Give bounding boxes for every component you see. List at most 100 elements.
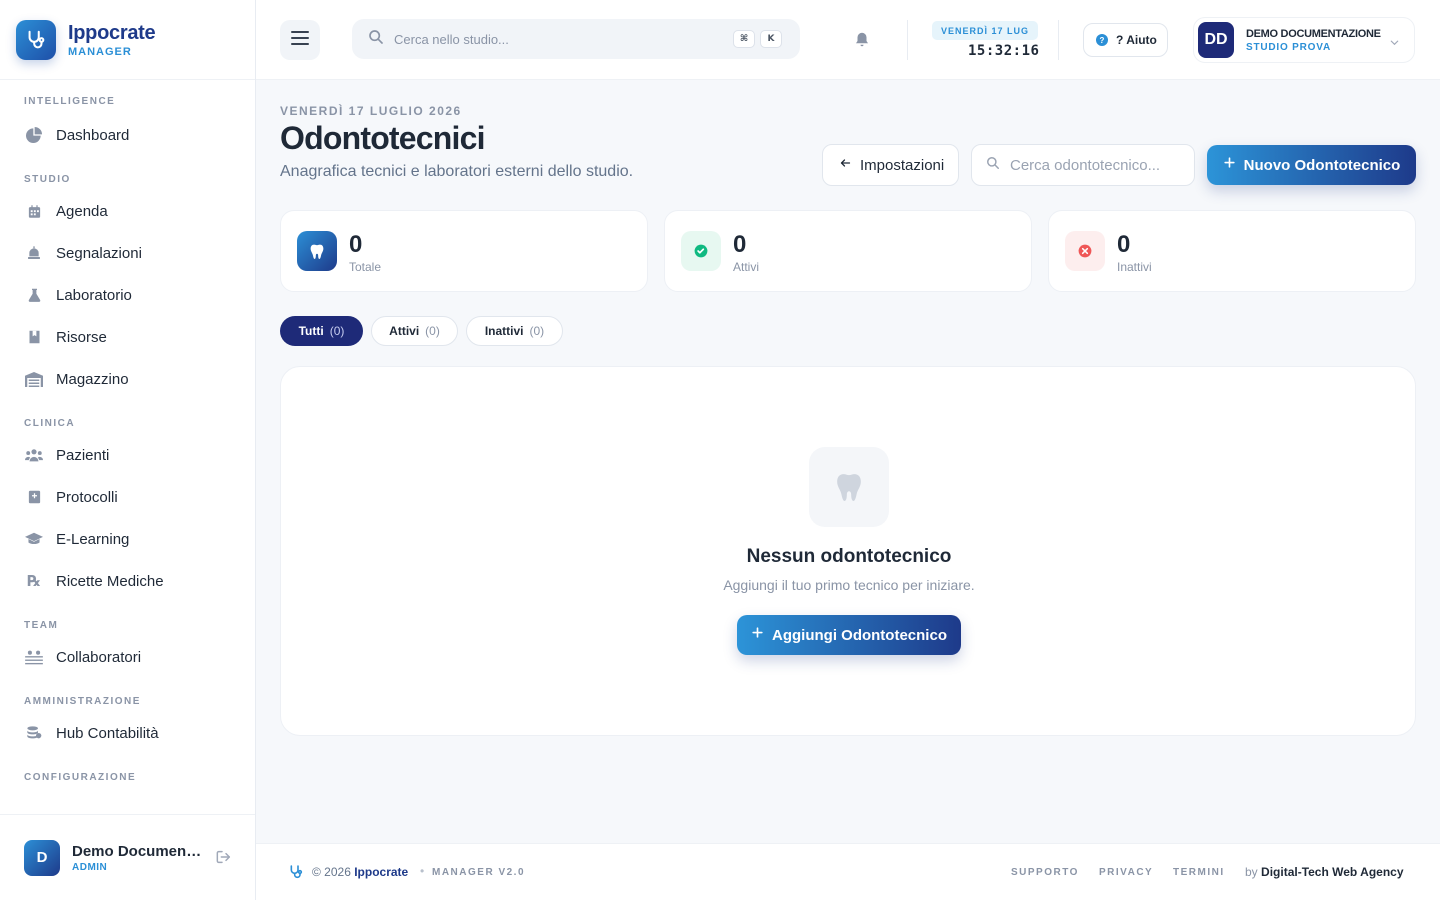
account-menu[interactable]: DD DEMO DOCUMENTAZIONE STUDIO PROVA [1193,17,1415,63]
sidebar-item-label: E-Learning [56,530,130,548]
date-badge: VENERDÌ 17 LUG [932,21,1039,40]
filter-chip-inactive[interactable]: Inattivi (0) [466,316,563,346]
nav-section-title: AMMINISTRAZIONE [24,696,141,707]
avatar: DD [1198,22,1234,58]
brand-name: Ippocrate [68,21,156,44]
sidebar-item-e-learning[interactable]: E-Learning [0,518,255,560]
footer-link-supporto[interactable]: SUPPORTO [1011,867,1079,878]
footer-link-termini[interactable]: TERMINI [1173,867,1225,878]
hamburger-icon [291,30,309,50]
notifications-bell-icon[interactable] [853,30,871,54]
global-search-input[interactable] [394,31,714,47]
footer-link-privacy[interactable]: PRIVACY [1099,867,1153,878]
footer: © 2026 Ippocrate • MANAGER V2.0 SUPPORTO… [256,843,1440,900]
sidebar-item-collaboratori[interactable]: Collaboratori [0,636,255,678]
chip-count: (0) [329,324,345,338]
stat-label: Totale [349,260,382,274]
logout-icon[interactable] [216,850,232,869]
back-button-label: Impostazioni [860,156,945,174]
shortcut-cmd-key: ⌘ [733,30,755,48]
sidebar-item-magazzino[interactable]: Magazzino [0,358,255,400]
sidebar-item-pazienti[interactable]: Pazienti [0,434,255,476]
sidebar-item-label: Hub Contabilità [56,724,159,742]
user-name: Demo Documentazione [72,842,202,860]
sidebar-user[interactable]: D Demo Documentazione ADMIN [0,814,255,900]
copyright-text: © 2026 [312,865,351,879]
stat-label: Attivi [733,260,760,274]
new-technician-label: Nuovo Odontotecnico [1243,156,1401,174]
search-icon [986,156,1000,175]
stethoscope-logo-icon [16,19,56,60]
chip-label: Inattivi [484,324,524,338]
nav-section-title: TEAM [24,620,59,631]
team-icon [24,647,44,667]
page-date: VENERDÌ 17 LUGLIO 2026 [280,104,462,118]
back-to-settings-button[interactable]: Impostazioni [822,144,959,186]
account-studio: STUDIO PROVA [1246,41,1331,53]
sidebar-item-ricette-mediche[interactable]: ℞ Ricette Mediche [0,560,255,602]
avatar: D [24,839,60,876]
chip-count: (0) [529,324,545,338]
sidebar-item-label: Risorse [56,328,107,346]
stat-value: 0 [733,231,747,258]
menu-toggle-button[interactable] [280,20,320,60]
sidebar-item-segnalazioni[interactable]: Segnalazioni [0,232,255,274]
sidebar-item-label: Laboratorio [56,286,132,304]
filter-chip-active[interactable]: Attivi (0) [371,316,458,346]
x-circle-icon [1065,231,1105,271]
add-technician-button[interactable]: Aggiungi Odontotecnico [737,615,961,655]
help-button[interactable]: ? ? Aiuto [1083,23,1168,57]
bell-alert-icon [24,243,44,263]
sidebar-item-label: Dashboard [56,126,130,144]
brand-subtitle: MANAGER [68,45,132,58]
sidebar-item-protocolli[interactable]: Protocolli [0,476,255,518]
tooth-icon [809,447,889,527]
global-search[interactable]: ⌘ K [352,19,800,59]
bookmark-icon [24,327,44,347]
sidebar-item-risorse[interactable]: Risorse [0,316,255,358]
agency-name[interactable]: Digital-Tech Web Agency [1261,865,1403,879]
users-icon [24,445,44,465]
sidebar-item-agenda[interactable]: Agenda [0,190,255,232]
technician-search-input[interactable] [1010,156,1180,174]
nav-section-title: STUDIO [24,174,71,185]
sidebar-item-hub-contabilita[interactable]: Hub Contabilità [0,712,255,754]
stat-card-active: 0 Attivi [664,210,1032,292]
sidebar-item-dashboard[interactable]: Dashboard [0,114,255,156]
chevron-down-icon [1389,35,1400,53]
stat-value: 0 [349,231,363,258]
brand[interactable]: Ippocrate MANAGER [0,0,255,80]
top-bar: ⌘ K VENERDÌ 17 LUG 15:32:16 ? ? Aiuto DD… [256,0,1440,80]
credit-by: by [1245,865,1258,879]
medical-book-icon [24,487,44,507]
shortcut-k-key: K [760,30,782,48]
sidebar-item-label: Agenda [56,202,108,220]
search-icon [368,29,384,50]
graduation-cap-icon [24,529,44,549]
account-name: DEMO DOCUMENTAZIONE [1246,27,1381,40]
new-technician-button[interactable]: Nuovo Odontotecnico [1207,145,1416,185]
nav-section-title: INTELLIGENCE [24,96,116,107]
tooth-icon [297,231,337,271]
empty-state-card: Nessun odontotecnico Aggiungi il tuo pri… [280,366,1416,736]
nav-section-title: CLINICA [24,418,76,429]
plus-icon [751,626,764,644]
pie-chart-icon [24,125,44,145]
add-technician-label: Aggiungi Odontotecnico [772,626,947,644]
separator-dot: • [420,864,425,878]
arrow-left-icon [839,156,852,174]
stat-value: 0 [1117,231,1131,258]
warehouse-icon [24,369,44,389]
technician-search[interactable] [971,144,1195,186]
stethoscope-logo-icon [288,864,304,885]
sidebar-item-laboratorio[interactable]: Laboratorio [0,274,255,316]
clock: 15:32:16 [968,43,1040,59]
filter-chip-all[interactable]: Tutti (0) [280,316,363,346]
check-circle-icon [681,231,721,271]
flask-icon [24,285,44,305]
calendar-icon [24,201,44,221]
sidebar: Ippocrate MANAGER INTELLIGENCE Dashboard… [0,0,256,900]
coins-icon [24,723,44,743]
sidebar-item-label: Magazzino [56,370,129,388]
help-icon: ? [1096,34,1108,46]
